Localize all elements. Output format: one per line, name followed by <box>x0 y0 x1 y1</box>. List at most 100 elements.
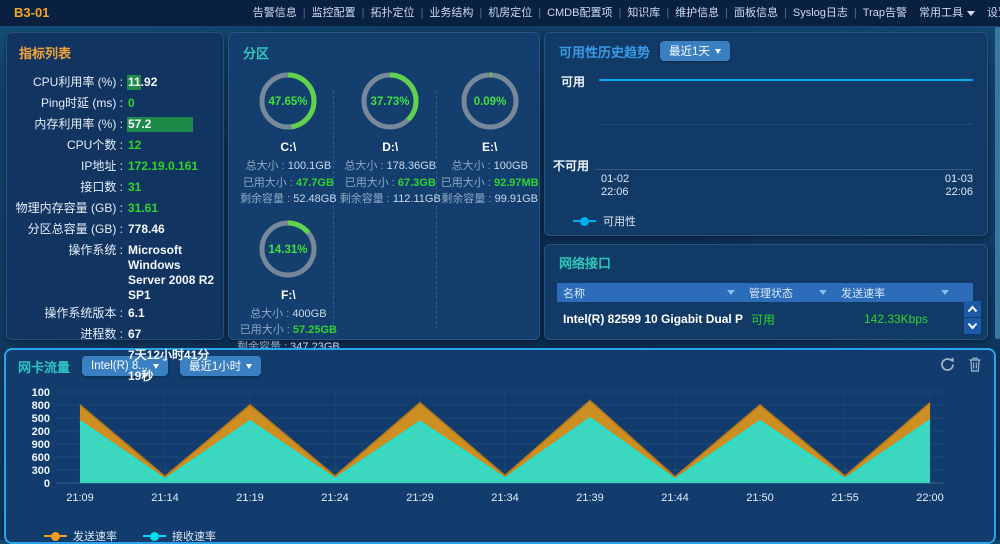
delete-button[interactable] <box>966 356 984 374</box>
menu-item[interactable]: Syslog日志 <box>788 0 853 26</box>
metrics-title: 指标列表 <box>19 43 215 62</box>
metric-value-text: 0 <box>128 96 135 110</box>
availability-chart: 可用 不可用 01-02 22:06 01-03 22:06 可用性 <box>545 33 987 235</box>
top-menu: 告警信息|监控配置|拓扑定位|业务结构|机房定位|CMDB配置项|知识库|维护信… <box>248 0 1000 26</box>
column-header-status[interactable]: 管理状态 <box>743 285 835 301</box>
usage-percent: 37.73% <box>371 96 410 108</box>
menu-item[interactable]: Trap告警 <box>858 0 912 26</box>
time-range-dropdown[interactable]: 最近1天 <box>660 41 730 61</box>
metric-row: Ping时延 (ms) : 0 <box>7 93 215 114</box>
table-row[interactable]: Intel(R) 82599 10 Gigabit Dual Port Netw… <box>557 307 957 331</box>
scroll-up-button[interactable] <box>964 301 981 317</box>
menu-item[interactable]: 知识库 <box>622 0 665 26</box>
page-scrollbar[interactable] <box>995 27 1000 339</box>
partition-stat: 总大小 : 400GB <box>237 306 340 323</box>
usage-donut: 0.09% <box>457 68 523 134</box>
menu-item[interactable]: 拓扑定位 <box>365 0 419 26</box>
menu-item[interactable]: 告警信息 <box>248 0 302 26</box>
legend-item-availability[interactable]: 可用性 <box>573 213 636 229</box>
chevron-up-icon <box>967 305 978 313</box>
metric-value-text: 31 <box>128 180 141 194</box>
partition-stat: 总大小 : 100GB <box>441 158 539 175</box>
availability-title: 可用性历史趋势 <box>559 42 650 61</box>
legend-marker-part <box>150 532 159 541</box>
stat-value: 99.91GB <box>495 193 538 205</box>
legend-marker-part <box>60 535 67 537</box>
stat-label: 总大小 : <box>451 160 493 172</box>
stat-label: 剩余容量 : <box>441 193 494 205</box>
y-tick-label: 900 <box>32 439 50 451</box>
metric-row: 物理内存容量 (GB) :31.61 <box>7 198 215 219</box>
sort-arrow-icon <box>819 290 827 295</box>
legend-label: 发送速率 <box>73 528 117 544</box>
menu-item[interactable]: 面板信息 <box>729 0 783 26</box>
metric-value: 11.92 <box>128 72 157 93</box>
y-tick-label: 600 <box>32 452 50 464</box>
legend-marker-part <box>143 535 150 537</box>
metric-value-text: 12 <box>128 138 141 152</box>
stat-label: 总大小 : <box>344 160 386 172</box>
metric-value: 67 <box>128 324 141 345</box>
menu-item-settings[interactable]: 设置 <box>982 0 1000 26</box>
metric-label: 操作系统 : <box>7 240 123 261</box>
stat-value: 112.11GB <box>393 193 441 205</box>
menu-item-common-tools[interactable]: 常用工具 <box>912 0 982 26</box>
stat-value: 92.97MB <box>494 177 539 189</box>
column-header-rate[interactable]: 发送速率 <box>835 285 957 301</box>
menu-item[interactable]: 机房定位 <box>483 0 537 26</box>
metric-value-text: 6.1 <box>128 306 145 320</box>
partition-stat: 已用大小 : 67.3GB <box>340 175 441 192</box>
column-label: 发送速率 <box>841 285 885 301</box>
legend-item[interactable]: 接收速率 <box>143 528 216 544</box>
menu-items-container: 告警信息|监控配置|拓扑定位|业务结构|机房定位|CMDB配置项|知识库|维护信… <box>248 0 912 26</box>
metric-label: CPU利用率 (%) : <box>7 72 123 93</box>
column-header-name[interactable]: 名称 <box>557 285 743 301</box>
partition-card: 47.65%C:\总大小 : 100.1GB已用大小 : 47.7GB剩余容量 … <box>237 66 340 208</box>
menu-item[interactable]: CMDB配置项 <box>542 0 617 26</box>
stat-label: 已用大小 : <box>441 177 494 189</box>
legend-item[interactable]: 发送速率 <box>44 528 117 544</box>
availability-series-line <box>599 79 973 81</box>
metric-label: Ping时延 (ms) : <box>7 93 123 114</box>
x-tick-label: 21:14 <box>151 492 179 504</box>
metric-label: CPU个数 : <box>7 135 123 156</box>
x-tick-label: 21:39 <box>576 492 604 504</box>
partition-stat: 剩余容量 : 112.11GB <box>340 191 441 208</box>
refresh-icon <box>939 356 956 373</box>
time-range-label: 最近1天 <box>669 43 710 59</box>
interface-name: Intel(R) 82599 10 Gigabit Dual Port Netw… <box>557 312 743 326</box>
menu-item[interactable]: 维护信息 <box>670 0 724 26</box>
availability-panel: 可用 不可用 01-02 22:06 01-03 22:06 可用性 可用性历史… <box>544 32 988 236</box>
x-axis-line <box>595 169 973 170</box>
x-tick-label: 21:19 <box>236 492 264 504</box>
partition-card: 14.31%F:\总大小 : 400GB已用大小 : 57.25GB剩余容量 :… <box>237 214 340 356</box>
metric-row: 操作系统版本 :6.1 <box>7 303 215 324</box>
common-tools-label: 常用工具 <box>919 0 963 26</box>
gridline <box>599 124 973 125</box>
refresh-button[interactable] <box>938 356 956 374</box>
traffic-chart: 100800500200900600300021:0921:1421:1921:… <box>6 384 998 526</box>
traffic-title: 网卡流量 <box>18 357 70 376</box>
network-interfaces-panel: 网络接口 名称 管理状态 发送速率 Intel(R) 82599 10 Giga… <box>544 244 988 340</box>
metric-label: 分区总容量 (GB) : <box>7 219 123 240</box>
metric-value-text: 778.46 <box>128 222 165 236</box>
chevron-down-icon <box>153 364 159 369</box>
stat-value: 57.25GB <box>293 324 337 336</box>
stat-value: 100.1GB <box>288 160 331 172</box>
metric-value-text: Microsoft Windows Server 2008 R2 SP1 <box>128 243 214 302</box>
y-tick-label: 500 <box>32 413 50 425</box>
metric-row: IP地址 :172.19.0.161 <box>7 156 215 177</box>
menu-item[interactable]: 监控配置 <box>307 0 361 26</box>
partition-card: 0.09%E:\总大小 : 100GB已用大小 : 92.97MB剩余容量 : … <box>441 66 539 208</box>
metric-row: CPU利用率 (%) :11.92 <box>7 72 215 93</box>
metric-value-text: 31.61 <box>128 201 158 215</box>
x-tick-label: 21:34 <box>491 492 519 504</box>
x-tick-end: 01-03 22:06 <box>945 173 973 199</box>
menu-item[interactable]: 业务结构 <box>424 0 478 26</box>
usage-percent: 14.31% <box>269 244 308 256</box>
chevron-down-icon <box>246 364 252 369</box>
partition-name: C:\ <box>237 140 340 154</box>
interface-rate: 142.33Kbps <box>835 312 957 326</box>
partition-name: E:\ <box>441 140 539 154</box>
scroll-down-button[interactable] <box>964 318 981 334</box>
